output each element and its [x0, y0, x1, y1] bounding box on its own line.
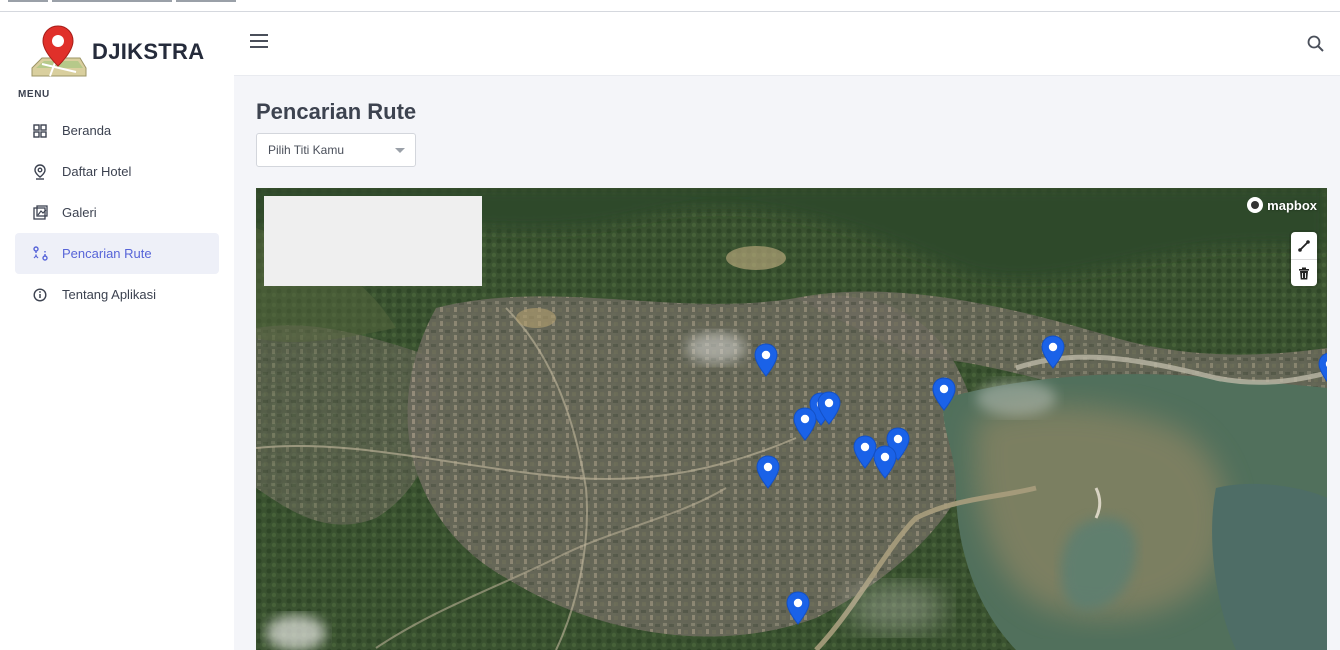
mapbox-logo-icon	[1247, 197, 1264, 213]
map-marker[interactable]	[786, 591, 810, 625]
sidebar-item-label: Daftar Hotel	[62, 164, 132, 179]
sidebar: DJIKSTRA MENU Beranda Daftar Hotel Galer…	[0, 12, 234, 650]
point-select-value: Pilih Titi Kamu	[268, 143, 345, 157]
chevron-down-icon	[395, 148, 405, 153]
map-marker[interactable]	[1041, 335, 1065, 369]
gallery-icon	[32, 205, 48, 221]
sidebar-item-beranda[interactable]: Beranda	[15, 110, 219, 151]
sidebar-item-label: Pencarian Rute	[62, 246, 152, 261]
brand[interactable]: DJIKSTRA	[28, 20, 228, 84]
sidebar-item-label: Beranda	[62, 123, 112, 138]
map-draw-controls	[1291, 232, 1317, 286]
map-marker[interactable]	[754, 343, 778, 377]
map-marker[interactable]	[873, 445, 897, 479]
sidebar-item-galeri[interactable]: Galeri	[15, 192, 219, 233]
trash-icon[interactable]	[1291, 259, 1317, 286]
mapbox-wordmark: mapbox	[1267, 197, 1317, 213]
top-strip-marks	[8, 0, 308, 3]
topbar	[234, 12, 1340, 76]
sidebar-item-daftar-hotel[interactable]: Daftar Hotel	[15, 151, 219, 192]
route-icon	[32, 246, 48, 262]
map-marker[interactable]	[793, 407, 817, 441]
search-icon[interactable]	[1306, 34, 1326, 54]
mapbox-logo: mapbox	[1247, 197, 1317, 213]
map-marker[interactable]	[932, 377, 956, 411]
point-select[interactable]: Pilih Titi Kamu	[256, 133, 416, 167]
map-marker[interactable]	[756, 455, 780, 489]
sidebar-menu: Beranda Daftar Hotel Galeri Pencarian Ru…	[15, 110, 219, 315]
browser-top-strip	[0, 0, 1340, 12]
brand-name: DJIKSTRA	[92, 39, 205, 64]
map-marker[interactable]	[817, 391, 841, 425]
sidebar-item-pencarian-rute[interactable]: Pencarian Rute	[15, 233, 219, 274]
map-marker[interactable]	[1318, 352, 1327, 386]
sidebar-item-label: Tentang Aplikasi	[62, 287, 156, 302]
map-canvas[interactable]: mapbox	[256, 188, 1327, 650]
location-pin-icon	[32, 163, 48, 180]
menu-title: MENU	[18, 89, 50, 100]
draw-line-icon[interactable]	[1291, 232, 1317, 259]
info-icon	[32, 287, 48, 303]
sidebar-item-label: Galeri	[62, 205, 97, 220]
grid-icon	[32, 123, 48, 139]
sidebar-item-tentang-aplikasi[interactable]: Tentang Aplikasi	[15, 274, 219, 315]
page-title: Pencarian Rute	[256, 99, 417, 124]
hamburger-icon[interactable]	[250, 34, 270, 54]
map-overlay-panel	[264, 196, 482, 286]
map-pin-logo-icon	[31, 25, 87, 77]
